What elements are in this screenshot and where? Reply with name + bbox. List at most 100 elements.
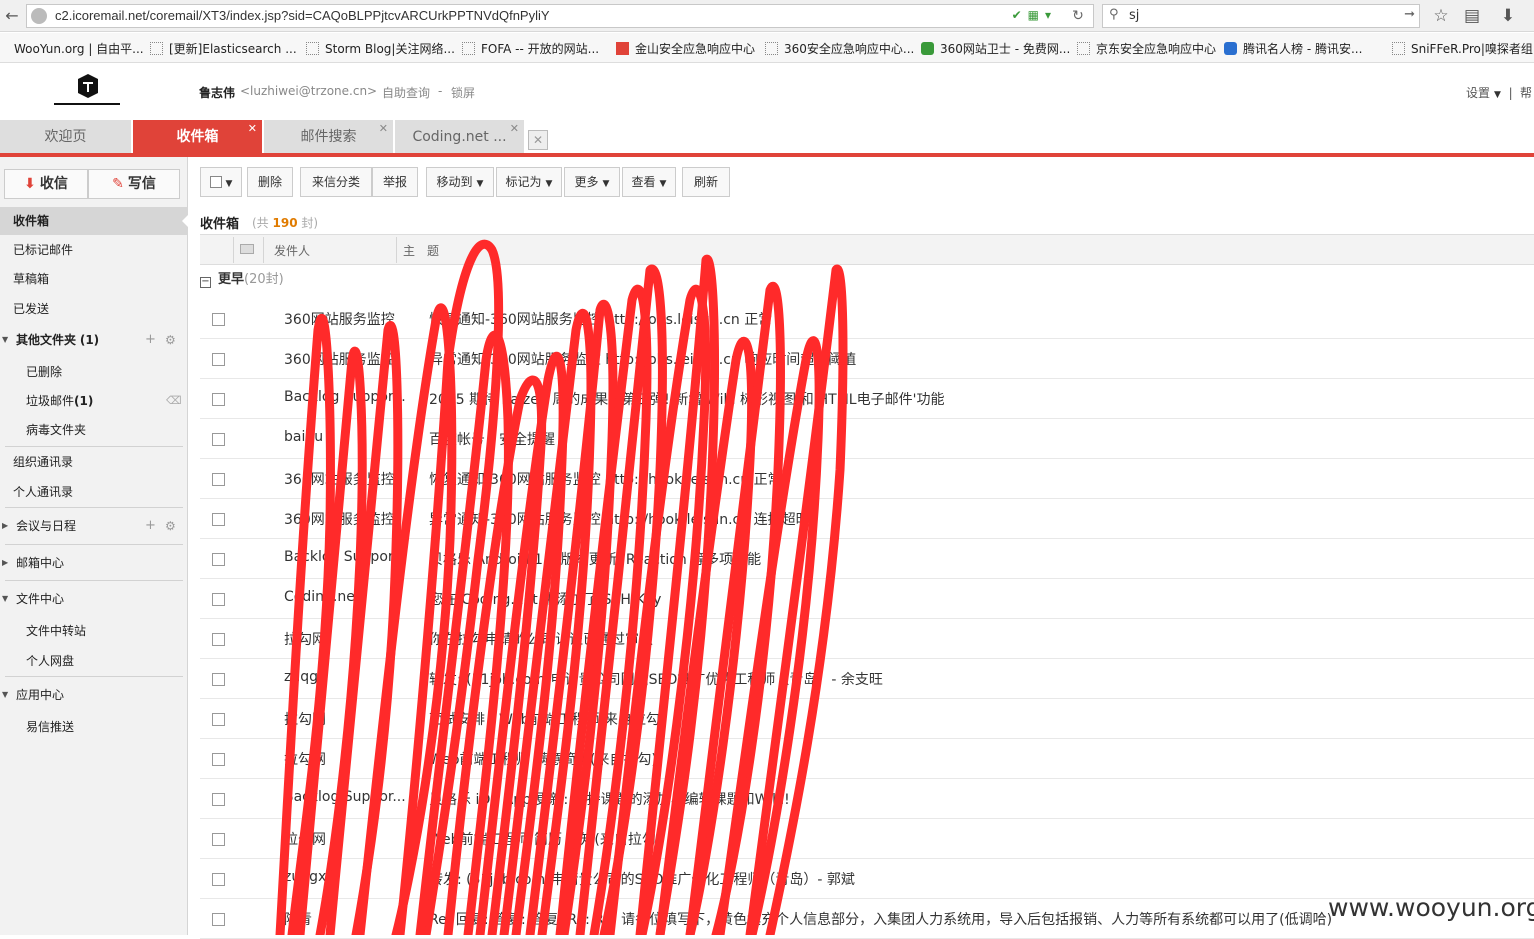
row-sender[interactable]: 360网站服务监控 [284,349,409,369]
row-sender[interactable]: Backlog Suppor... [284,549,409,565]
add-meeting-icon[interactable]: + [145,512,156,540]
search-go-icon[interactable]: ➞ [1404,7,1415,22]
report-button[interactable]: 举报 [372,167,418,197]
row-subject[interactable]: 异常通知-360网站服务监控 http://obs.leisun.cn 响应时间… [429,349,856,369]
sidebar-item-virus[interactable]: 病毒文件夹 [0,416,188,444]
add-folder-icon[interactable]: + [145,326,156,354]
row-sender[interactable]: 360网站服务监控 [284,469,409,489]
expand-arrow-icon[interactable]: ▶ [2,549,8,577]
sidebar-item-spam[interactable]: 垃圾邮件(1) ⌫ [0,387,188,415]
row-checkbox[interactable] [212,633,225,646]
delete-button[interactable]: 删除 [247,167,293,197]
table-row[interactable]: Backlog Suppor... 2015 期待 Kaizen 周的成果 - 第… [200,379,1534,419]
expand-arrow-icon[interactable]: ▼ [2,681,8,709]
bookmark-item[interactable]: 360网站卫士 - 免费网... [921,40,1070,57]
bookmark-item[interactable]: FOFA -- 开放的网站... [462,40,599,57]
table-row[interactable]: 拉勾网 Web前端工程师 简历 通知(来自拉勾) [200,819,1534,859]
sidebar-item-personal-contacts[interactable]: 个人通讯录 [0,478,188,506]
close-icon[interactable]: ✕ [248,112,257,146]
more-dropdown[interactable]: 更多 ▼ [564,167,620,197]
move-to-dropdown[interactable]: 移动到 ▼ [426,167,494,197]
write-button[interactable]: ✎ 写信 [88,169,180,199]
row-subject[interactable]: 面试安排 - Web前端工程师 来自拉勾 [429,709,660,729]
row-checkbox[interactable] [212,553,225,566]
gear-icon[interactable]: ⚙ [165,512,176,540]
sidebar-item-meetings[interactable]: ▶ 会议与日程 + ⚙ [0,512,188,540]
sidebar-item-file-transfer[interactable]: 文件中转站 [0,617,188,645]
row-sender[interactable]: 拉勾网 [284,749,409,769]
row-checkbox[interactable] [212,313,225,326]
row-subject[interactable]: 贝格乐 iOS App 更新: 支持课题的添加、编辑课题和Wiki! [429,789,790,809]
view-dropdown[interactable]: 查看 ▼ [622,167,676,197]
row-checkbox[interactable] [212,833,225,846]
bookmark-item[interactable]: [更新]Elasticsearch ... [150,40,297,57]
help-link[interactable]: 帮 [1520,84,1532,101]
lock-screen-link[interactable]: 锁屏 [451,84,475,101]
sidebar-item-other-folders[interactable]: ▼ 其他文件夹 (1) + ⚙ [0,326,188,354]
row-subject[interactable]: 恢复通知-360网站服务监控 http://obs.leisun.cn 正常 [429,309,772,329]
gear-icon[interactable]: ⚙ [165,326,176,354]
envelope-icon[interactable] [240,244,254,254]
row-sender[interactable]: zuqgx [284,869,409,885]
shield-qr-icon[interactable]: ✔▦▾ [1012,8,1057,22]
row-sender[interactable]: 拉勾网 [284,629,409,649]
bookmark-item[interactable]: Storm Blog|关注网络... [306,40,455,57]
star-icon[interactable]: ☆ [1430,5,1452,27]
row-checkbox[interactable] [212,913,225,926]
table-row[interactable]: 360网站服务监控 异常通知-360网站服务监控 http://obs.leisu… [200,339,1534,379]
row-checkbox[interactable] [212,873,225,886]
mark-as-dropdown[interactable]: 标记为 ▼ [496,167,562,197]
back-arrow-icon[interactable]: ← [2,6,22,26]
row-checkbox[interactable] [212,393,225,406]
row-sender[interactable]: 360网站服务监控 [284,509,409,529]
row-checkbox[interactable] [212,713,225,726]
sidebar-item-file-center[interactable]: ▼ 文件中心 [0,585,188,613]
sidebar-item-drafts[interactable]: 草稿箱 [0,265,188,293]
row-sender[interactable]: 拉勾网 [284,709,409,729]
table-row[interactable]: 360网站服务监控 恢复通知-360网站服务监控 http://obs.leisu… [200,299,1534,339]
collapse-icon[interactable]: − [200,277,211,288]
table-row[interactable]: 360网站服务监控 恢复通知-360网站服务监控 http://hook.leis… [200,459,1534,499]
row-subject[interactable]: Re: 回复: 答复: 答复: Re: Re: 请各位填写下，黄色填充个人信息部… [429,909,1332,929]
expand-arrow-icon[interactable]: ▼ [2,326,8,354]
row-checkbox[interactable] [212,433,225,446]
row-sender[interactable]: Backlog Suppor... [284,789,409,805]
column-subject[interactable]: 主 题 [403,242,439,259]
trash-icon[interactable]: ⌫ [166,387,182,415]
table-row[interactable]: 360网站服务监控 异常通知-360网站服务监控 http://hook.leis… [200,499,1534,539]
row-subject[interactable]: 2015 期待 Kaizen 周的成果 - 第三弹! 新增'Wiki 树形视图'… [429,389,944,409]
row-subject[interactable]: 转发: (51job.com)申请贵公司的SEO推广优化工程师（青岛）- 郭斌 [429,869,855,889]
table-row[interactable]: 拉勾网 你在拉勾申请的公司认证已通过审核 [200,619,1534,659]
tab-inbox[interactable]: 收件箱 ✕ [133,120,262,154]
row-subject[interactable]: 您在 Coding.net 中添加了 SSH-Key [429,589,661,609]
search-input[interactable]: sj [1129,8,1139,23]
table-row[interactable]: Coding.net 您在 Coding.net 中添加了 SSH-Key [200,579,1534,619]
column-sender[interactable]: 发件人 [274,242,310,259]
row-sender[interactable]: 陈青 [284,909,409,929]
url-bar[interactable]: c2.icoremail.net/coremail/XT3/index.jsp?… [26,4,1094,28]
sidebar-item-mailbox-center[interactable]: ▶ 邮箱中心 [0,549,188,577]
sidebar-item-inbox[interactable]: 收件箱 [0,207,189,235]
receive-button[interactable]: ⬇ 收信 [4,169,88,199]
bookmark-item[interactable]: 360安全应急响应中心... [765,40,914,57]
sidebar-item-deleted[interactable]: 已删除 [0,358,188,386]
row-subject[interactable]: 转发: (51job.com)申请贵公司网站SEO推广优化工程师（青岛）- 余支… [429,669,883,689]
row-sender[interactable]: Coding.net [284,589,409,605]
table-row[interactable]: 拉勾网 面试安排 - Web前端工程师 来自拉勾 [200,699,1534,739]
url-text[interactable]: c2.icoremail.net/coremail/XT3/index.jsp?… [55,8,550,23]
sidebar-item-org-contacts[interactable]: 组织通讯录 [0,448,188,476]
sidebar-item-netdisk[interactable]: 个人网盘 [0,647,188,675]
row-subject[interactable]: 你在拉勾申请的公司认证已通过审核 [429,629,653,649]
tab-coding-net[interactable]: Coding.net ... ✕ [395,120,524,154]
row-sender[interactable]: 拉勾网 [284,829,409,849]
row-sender[interactable]: zuqge [284,669,409,685]
row-subject[interactable]: Web前端工程师 满意简历(来自拉勾) [429,749,657,769]
row-checkbox[interactable] [212,753,225,766]
close-icon[interactable]: ✕ [379,112,388,146]
row-subject[interactable]: 恢复通知-360网站服务监控 http://hook.leisun.cn 正常 [429,469,782,489]
row-subject[interactable]: 百度帐号 - 安全提醒 [429,429,555,449]
row-sender[interactable]: Backlog Suppor... [284,389,409,405]
select-all-dropdown[interactable]: ▼ [200,167,242,197]
table-row[interactable]: baidu 百度帐号 - 安全提醒 [200,419,1534,459]
close-all-tabs-icon[interactable]: ✕ [528,130,548,150]
